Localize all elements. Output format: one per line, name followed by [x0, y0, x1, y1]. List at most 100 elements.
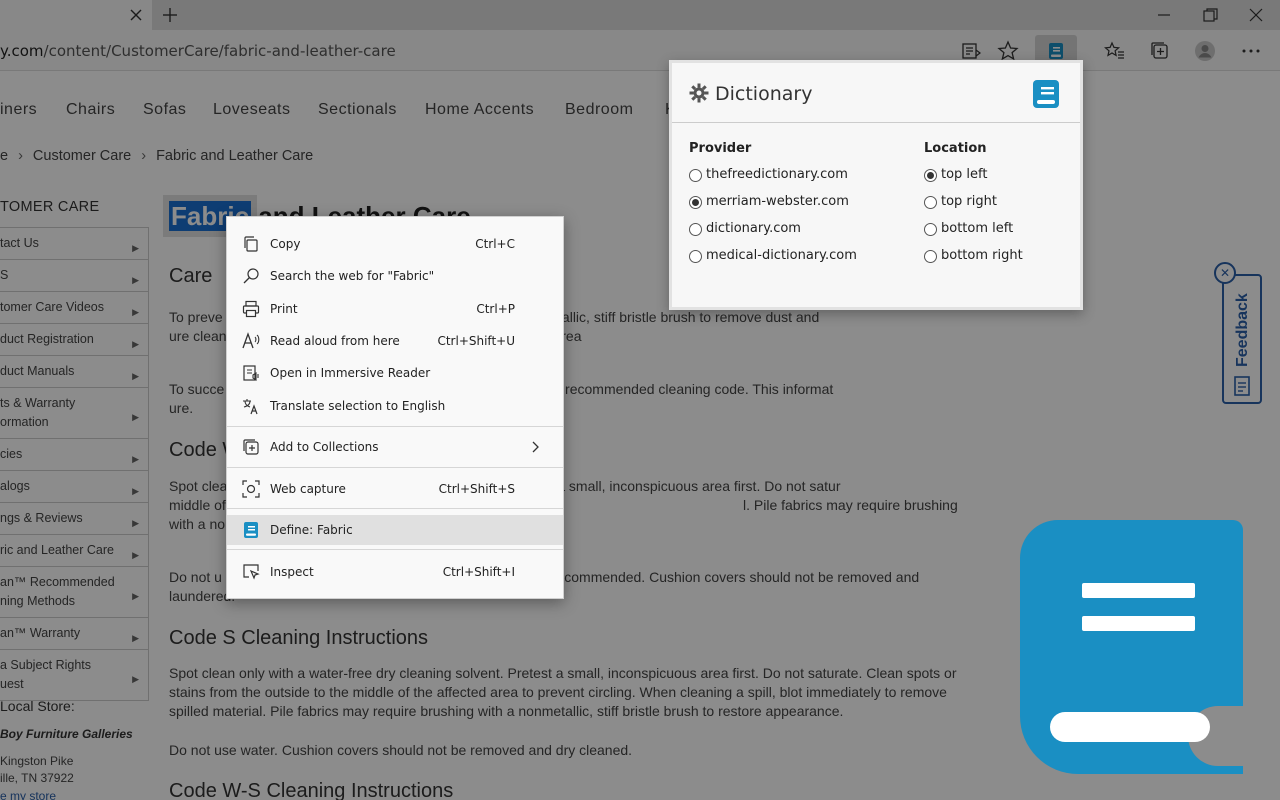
radio-button[interactable]	[924, 250, 937, 263]
location-label: bottom right	[941, 248, 1023, 263]
chevron-right-icon: ▶	[132, 370, 139, 381]
immersive-reader-icon[interactable]	[960, 40, 982, 62]
sidebar-item-label: alogs	[0, 479, 30, 493]
search-icon	[243, 268, 259, 284]
collections-icon[interactable]	[1149, 40, 1171, 62]
sidebar-item-label: S	[0, 268, 9, 282]
nav-item[interactable]: Home Accents	[425, 101, 534, 119]
menu-item-read-aloud[interactable]: Read aloud from here Ctrl+Shift+U	[227, 326, 563, 356]
radio-button[interactable]	[689, 223, 702, 236]
radio-button[interactable]	[924, 223, 937, 236]
chevron-right-icon: ▶	[132, 338, 139, 349]
nav-item[interactable]: Sofas	[143, 101, 186, 119]
location-heading: Location	[924, 141, 987, 156]
chevron-right-icon: ▶	[132, 674, 139, 684]
sidebar-item-label: tomer Care Videos	[0, 300, 104, 314]
more-options-icon[interactable]	[1240, 40, 1262, 62]
nav-item[interactable]: Sectionals	[318, 101, 397, 119]
menu-item-label: Add to Collections	[270, 440, 379, 454]
sidebar-item[interactable]: ric and Leather Care ▶	[0, 535, 148, 567]
nav-item[interactable]: Loveseats	[213, 101, 290, 119]
menu-item-copy[interactable]: Copy Ctrl+C	[227, 229, 563, 259]
location-label: top right	[941, 194, 997, 209]
immersive-reader-icon	[243, 365, 259, 382]
menu-item-translate[interactable]: Translate selection to English	[227, 391, 563, 421]
translate-icon	[243, 399, 258, 415]
sidebar-item[interactable]: S ▶	[0, 260, 148, 292]
menu-separator	[227, 549, 563, 550]
menu-item-print[interactable]: Print Ctrl+P	[227, 294, 563, 324]
chevron-right-icon: ›	[18, 148, 23, 164]
sidebar-item[interactable]: tomer Care Videos ▶	[0, 292, 148, 324]
breadcrumb-item[interactable]: Customer Care	[33, 148, 131, 164]
sidebar-item-label: a Subject Rights uest	[0, 658, 92, 691]
menu-item-shortcut: Ctrl+P	[476, 302, 515, 316]
feedback-button[interactable]: Feedback	[1222, 274, 1262, 404]
radio-button[interactable]	[689, 250, 702, 263]
menu-item-inspect[interactable]: Inspect Ctrl+Shift+I	[227, 557, 563, 587]
radio-button[interactable]	[924, 196, 937, 209]
close-tab-icon[interactable]	[128, 7, 144, 23]
nav-item[interactable]: Bedroom	[565, 101, 633, 119]
store-address-line: ille, TN 37922	[0, 771, 74, 785]
sidebar-item[interactable]: ngs & Reviews ▶	[0, 503, 148, 535]
chevron-right-icon: ▶	[132, 412, 139, 422]
restore-icon[interactable]	[1200, 5, 1220, 25]
browser-tab[interactable]	[0, 0, 152, 30]
sidebar-item[interactable]: cies ▶	[0, 439, 148, 471]
dictionary-icon	[244, 522, 258, 538]
address-bar[interactable]: y.com/content/CustomerCare/fabric-and-le…	[0, 42, 396, 60]
nav-item[interactable]: Chairs	[66, 101, 115, 119]
chevron-right-icon: ▶	[132, 549, 139, 560]
nav-item[interactable]: iners	[0, 101, 37, 119]
radio-button[interactable]	[689, 196, 702, 209]
sidebar-item[interactable]: an™ Recommended ning Methods ▶	[0, 567, 148, 618]
new-tab-icon[interactable]	[160, 5, 180, 25]
chevron-right-icon: ▶	[132, 274, 139, 285]
menu-item-add-to-collections[interactable]: Add to Collections	[227, 432, 563, 462]
gear-icon[interactable]	[689, 83, 709, 103]
menu-item-label: Open in Immersive Reader	[270, 366, 431, 380]
change-store-link[interactable]: e my store	[0, 789, 56, 800]
menu-item-label: Inspect	[270, 565, 314, 579]
sidebar-item[interactable]: an™ Warranty ▶	[0, 618, 148, 650]
profile-avatar-icon[interactable]	[1194, 40, 1216, 62]
copy-icon	[244, 236, 258, 252]
sidebar-item[interactable]: duct Manuals ▶	[0, 356, 148, 388]
menu-item-label: Read aloud from here	[270, 334, 400, 348]
close-icon[interactable]: ✕	[1214, 262, 1236, 284]
breadcrumb-item[interactable]: e	[0, 148, 8, 164]
menu-item-label: Translate selection to English	[270, 399, 446, 413]
breadcrumb-item: Fabric and Leather Care	[156, 148, 314, 164]
chevron-right-icon: ▶	[132, 591, 139, 601]
radio-button[interactable]	[924, 169, 937, 182]
feedback-icon	[1234, 376, 1250, 396]
menu-item-label: Copy	[270, 237, 301, 251]
read-aloud-icon	[242, 332, 260, 349]
sidebar-item[interactable]: duct Registration ▶	[0, 324, 148, 356]
radio-button[interactable]	[689, 169, 702, 182]
sidebar-item[interactable]: ts & Warranty ormation ▶	[0, 388, 148, 439]
sidebar-item-label: ric and Leather Care	[0, 543, 114, 557]
sidebar-item-label: an™ Warranty	[0, 626, 81, 640]
sidebar-title: TOMER CARE	[0, 199, 100, 215]
sidebar-item[interactable]: tact Us ▶	[0, 228, 148, 260]
sidebar-item[interactable]: a Subject Rights uest ▶	[0, 650, 148, 700]
close-window-icon[interactable]	[1246, 5, 1266, 25]
minimize-icon[interactable]	[1154, 5, 1174, 25]
sidebar-item[interactable]: alogs ▶	[0, 471, 148, 503]
menu-item-web-capture[interactable]: Web capture Ctrl+Shift+S	[227, 474, 563, 504]
menu-separator	[227, 426, 563, 427]
dictionary-title: Dictionary	[715, 83, 813, 105]
menu-item-shortcut: Ctrl+C	[475, 237, 515, 251]
menu-separator	[227, 467, 563, 468]
sidebar-item-label: ngs & Reviews	[0, 511, 83, 525]
favorite-star-icon[interactable]	[997, 40, 1019, 62]
sidebar-item-label: an™ Recommended ning Methods	[0, 575, 115, 608]
menu-item-define[interactable]: Define: Fabric	[227, 515, 563, 545]
chevron-right-icon: ▶	[132, 485, 139, 496]
favorites-icon[interactable]	[1104, 40, 1126, 62]
menu-item-search-web[interactable]: Search the web for "Fabric"	[227, 261, 563, 291]
menu-item-immersive-reader[interactable]: Open in Immersive Reader	[227, 358, 563, 388]
store-address-line: Kingston Pike	[0, 754, 74, 768]
